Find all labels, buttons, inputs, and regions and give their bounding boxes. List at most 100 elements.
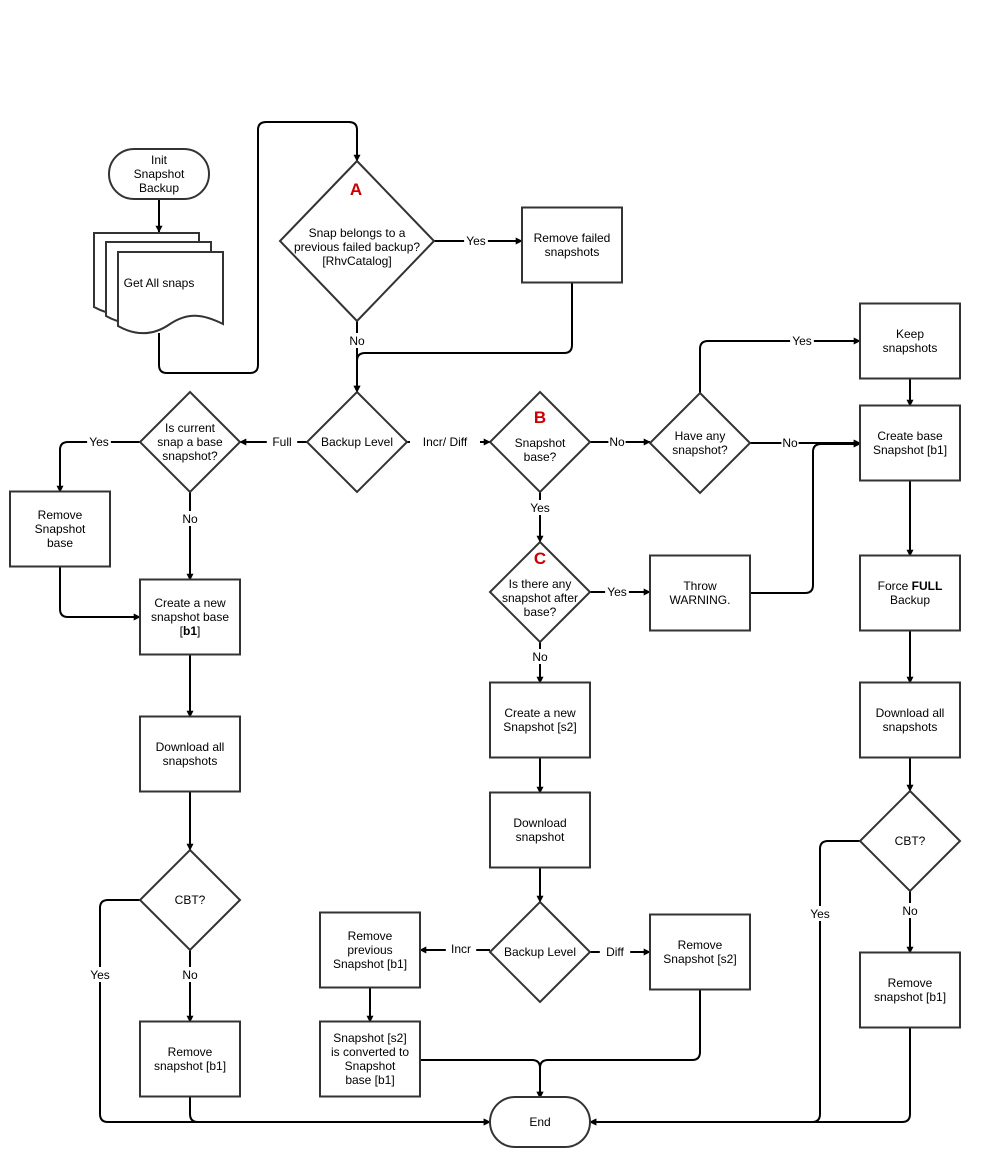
node-label-line: Remove [678,938,723,952]
node-label-line: snapshot [516,830,565,844]
label-segment: Create a new [504,706,576,720]
label-segment: Get All snaps [124,276,195,290]
node-label-line: [RhvCatalog] [322,254,391,268]
edge-label: No [181,967,199,982]
node-init: InitSnapshotBackup [108,148,210,200]
label-segment: snapshots [163,754,218,768]
connector-arrow [59,567,141,621]
document-stack-sheet [117,251,224,335]
label-segment: Snapshot [515,436,566,450]
label-segment: snapshot? [672,443,728,457]
node-label-line: Snapshot [s2] [333,1031,406,1045]
node-cbase: Create baseSnapshot [b1] [859,404,961,482]
edge-label-text: Yes [792,334,812,348]
edge-label-text: No [182,512,198,526]
label-segment: ] [197,624,200,638]
node-label-line: snapshots [545,245,600,259]
label-segment: FULL [912,579,943,593]
edge-label: Yes [88,967,112,982]
label-segment: snapshot after [502,591,578,605]
node-label-line: Get All snaps [124,276,195,290]
node-rems2: RemoveSnapshot [s2] [649,913,751,991]
node-label-line: snap a base [157,435,223,449]
node-label-line: Backup Level [321,435,393,449]
label-segment: Snapshot [b1] [873,443,947,457]
label-segment: snapshot? [162,449,218,463]
edge-label-text: Incr [451,942,471,956]
node-label-line: snapshot? [162,449,218,463]
edge-label-text: Incr/ Diff [423,435,468,449]
label-segment: Snapshot [134,167,185,181]
node-iscur: Is currentsnap a basesnapshot? [138,390,242,494]
label-segment: snapshot [516,830,565,844]
snapshot-backup-flowchart: InitSnapshotBackupGet All snapsASnap bel… [9,121,962,1148]
label-segment: Remove [888,976,933,990]
label-segment: Backup Level [504,945,576,959]
node-label-line: Snapshot [134,167,185,181]
connector-arrow [420,1059,544,1099]
edge-label-text: No [609,435,625,449]
node-rem2: Removesnapshot [b1] [859,951,961,1029]
node-label-line: Snap belongs to a [309,226,406,240]
label-segment: Download [513,816,566,830]
node-label-line: Snapshot [s2] [663,952,736,966]
node-label-line: CBT? [175,893,206,907]
nodes: InitSnapshotBackupGet All snapsASnap bel… [9,148,962,1148]
connector-arrow [589,1028,911,1126]
edge-label-text: Yes [89,435,109,449]
node-label-line: Is there any [509,577,572,591]
node-bl1: Backup Level [305,390,409,494]
label-segment: is converted to [331,1045,409,1059]
node-rem1: Removesnapshot [b1] [139,1020,241,1098]
label-segment: Download all [156,740,225,754]
node-keep: Keepsnapshots [859,302,961,380]
node-label-line: Throw [683,579,717,593]
node-label-line: snapshot base [151,610,229,624]
edge-label-text: No [782,436,798,450]
edge-label: No [181,511,199,526]
label-segment: b1 [183,624,197,638]
connector-arrow [353,283,573,393]
label-segment: previous [347,943,392,957]
node-label-line: Download all [156,740,225,754]
label-segment: snap a base [157,435,223,449]
label-segment: snapshot base [151,610,229,624]
label-segment: Is there any [509,577,572,591]
section-tag: B [534,408,546,427]
edge-label: Yes [87,434,111,449]
label-segment: base? [524,450,557,464]
node-label-line: Init [151,153,168,167]
node-label-line: Force FULL [878,579,943,593]
label-segment: CBT? [895,834,926,848]
node-warn: ThrowWARNING. [649,554,751,632]
node-label-line: Is current [165,421,216,435]
node-label-line: base? [524,450,557,464]
node-s2conv: Snapshot [s2]is converted toSnapshotbase… [319,1020,421,1098]
node-remsb: RemoveSnapshotbase [9,490,111,568]
edge-label: Incr [445,941,477,956]
edge-label: Yes [605,584,629,599]
label-segment: previous failed backup? [294,240,420,254]
node-label-line: Backup Level [504,945,576,959]
label-segment: Keep [896,327,924,341]
node-label-line: Snapshot [345,1059,396,1073]
node-getall: Get All snaps [93,232,224,335]
label-segment: snapshots [883,341,938,355]
node-label-line: Download [513,816,566,830]
label-segment: Snapshot [35,522,86,536]
label-segment: Backup Level [321,435,393,449]
edge-label-text: Yes [607,585,627,599]
label-segment: Download all [876,706,945,720]
node-label-line: base? [524,605,557,619]
node-cs2: Create a newSnapshot [s2] [489,681,591,759]
label-segment: snapshot [b1] [874,990,946,1004]
label-segment: Backup [890,593,930,607]
node-decB: B Snapshotbase? [488,390,592,494]
label-segment: snapshots [545,245,600,259]
node-label-line: Remove [888,976,933,990]
edge-label: Yes [808,906,832,921]
node-label-line: Create a new [504,706,576,720]
node-label-line: snapshots [163,754,218,768]
label-segment: Init [151,153,168,167]
label-segment: Have any [675,429,726,443]
